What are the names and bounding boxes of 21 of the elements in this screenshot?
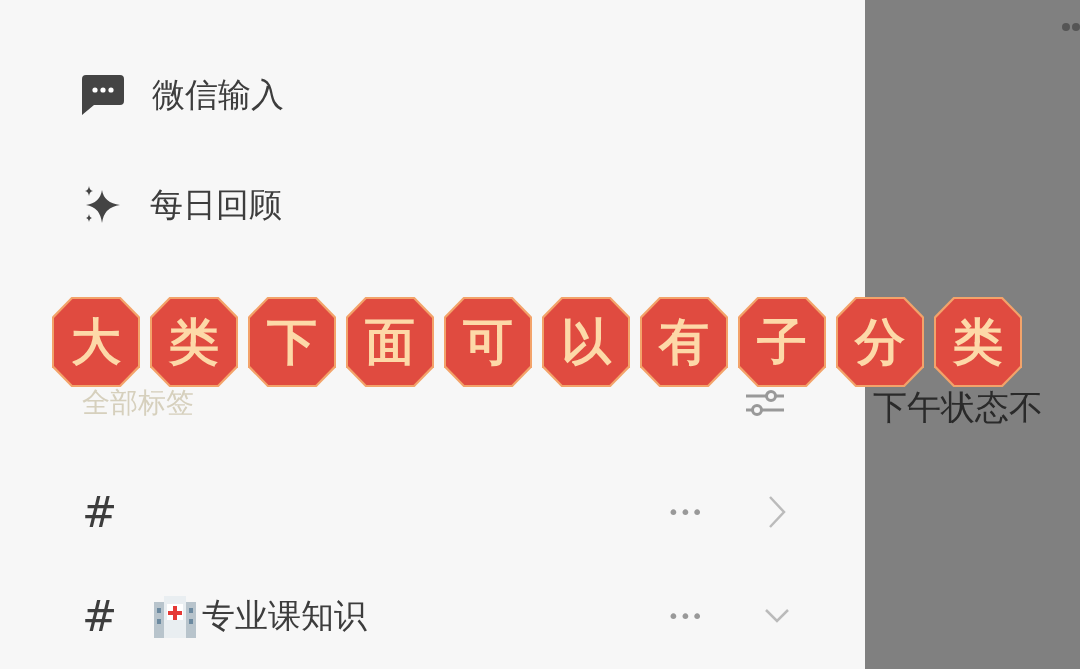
chat-bubble-icon <box>82 75 124 115</box>
caption-tile: 子 <box>738 297 826 387</box>
nav-item[interactable]: 微信输入 <box>82 40 785 150</box>
caption-tile: 类 <box>934 297 1022 387</box>
more-dots-icon[interactable] <box>1062 22 1080 32</box>
section-title: 全部标签 <box>82 385 194 421</box>
tag-hash: # <box>82 486 119 539</box>
note-snippet: 下午状态不 <box>873 386 1043 429</box>
caption-tile: 可 <box>444 297 532 387</box>
hospital-icon <box>152 594 198 638</box>
caption-tile: 有 <box>640 297 728 387</box>
sliders-icon[interactable] <box>745 388 785 418</box>
caption-tile: 分 <box>836 297 924 387</box>
caption-tile: 面 <box>346 297 434 387</box>
nav-item[interactable]: 每日回顾 <box>82 150 785 260</box>
tag-name[interactable]: 专业课知识 <box>202 591 367 641</box>
caption-tile: 大 <box>52 297 140 387</box>
tag-hash: # <box>82 590 119 643</box>
caption-tile: 以 <box>542 297 630 387</box>
caption-tile: 类 <box>150 297 238 387</box>
caption-tile: 下 <box>248 297 336 387</box>
